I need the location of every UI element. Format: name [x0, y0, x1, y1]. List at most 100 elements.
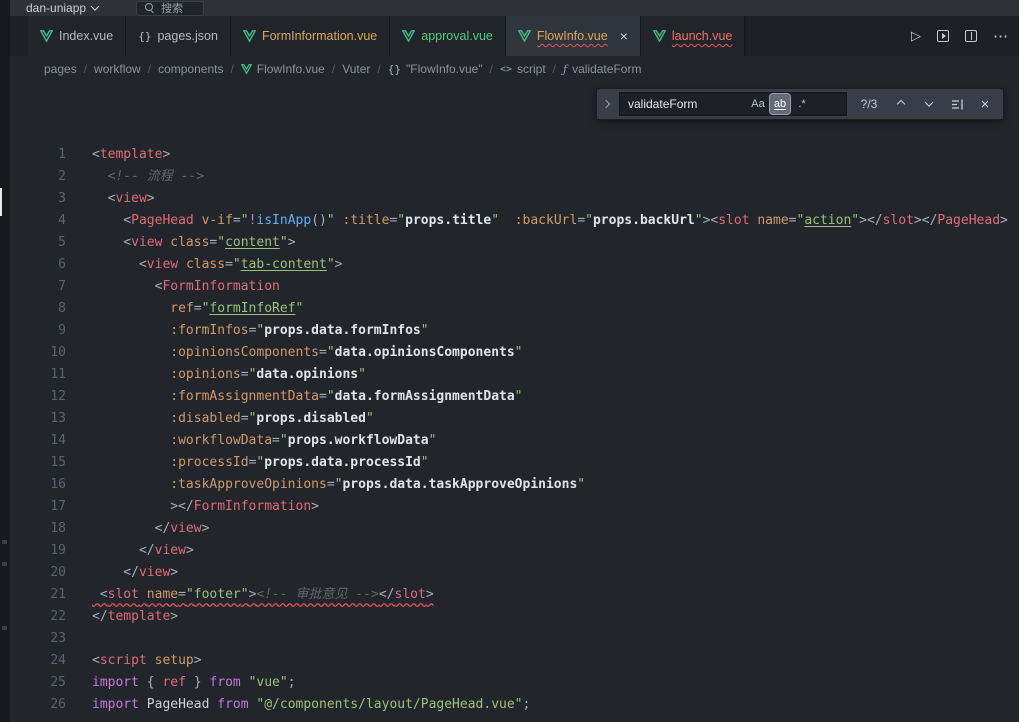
- toggle-replace-button[interactable]: [601, 101, 611, 107]
- code-line[interactable]: 12 :formAssignmentData="data.formAssignm…: [10, 386, 1019, 408]
- breadcrumb-item-workflow[interactable]: workflow: [92, 62, 143, 76]
- regex-button[interactable]: .*: [792, 94, 812, 114]
- tab-label: pages.json: [157, 29, 217, 43]
- line-content: </view>: [92, 540, 194, 562]
- title-bar: dan-uniapp 搜索: [10, 0, 1019, 16]
- vscode-window: dan-uniapp 搜索 Index.vue{}pages.jsonFormI…: [0, 0, 1019, 722]
- code-line[interactable]: 7 <FormInformation: [10, 276, 1019, 298]
- breadcrumb-item-vuter[interactable]: Vuter: [340, 62, 372, 76]
- code-line[interactable]: 5 <view class="content">: [10, 232, 1019, 254]
- code-line[interactable]: 1<template>: [10, 144, 1019, 166]
- code-line[interactable]: 4 <PageHead v-if="!isInApp()" :title="pr…: [10, 210, 1019, 232]
- editor-group: dan-uniapp 搜索 Index.vue{}pages.jsonFormI…: [10, 0, 1019, 722]
- line-content: :formAssignmentData="data.formAssignment…: [92, 386, 523, 408]
- line-content: ></FormInformation>: [92, 496, 319, 518]
- tab-approval-vue[interactable]: approval.vue: [390, 16, 506, 56]
- tabs: Index.vue{}pages.jsonFormInformation.vue…: [28, 16, 745, 56]
- line-number: 3: [10, 188, 66, 210]
- code-line[interactable]: 21 <slot name="footer"><!-- 审批意见 --></sl…: [10, 584, 1019, 606]
- run-file-button[interactable]: [937, 30, 949, 42]
- activity-bar[interactable]: [0, 0, 10, 722]
- code-line[interactable]: 16 :taskApproveOpinions="props.data.task…: [10, 474, 1019, 496]
- line-number: 22: [10, 606, 66, 628]
- code-line[interactable]: 11 :opinions="data.opinions": [10, 364, 1019, 386]
- tab-label: FlowInfo.vue: [537, 29, 608, 43]
- code-line[interactable]: 3 <view>: [10, 188, 1019, 210]
- find-widget: Aa ab .* ?/3 ×: [596, 88, 1004, 120]
- tab-flowinfo-vue[interactable]: FlowInfo.vue ×: [506, 16, 641, 56]
- close-icon[interactable]: ×: [620, 29, 628, 43]
- match-case-button[interactable]: Aa: [748, 94, 768, 114]
- vue-icon: [40, 30, 53, 42]
- breadcrumb-item--flowinfo-vue-[interactable]: {}"FlowInfo.vue": [386, 62, 485, 76]
- find-input[interactable]: [628, 97, 746, 111]
- breadcrumb-label: components: [158, 62, 223, 76]
- code-line[interactable]: 20 </view>: [10, 562, 1019, 584]
- line-number: 26: [10, 694, 66, 716]
- line-number: 21: [10, 584, 66, 606]
- find-in-selection-button[interactable]: [947, 94, 967, 114]
- chevron-right-icon: [602, 100, 610, 108]
- tab-launch-vue[interactable]: launch.vue: [641, 16, 745, 56]
- code-line[interactable]: 17 ></FormInformation>: [10, 496, 1019, 518]
- code-line[interactable]: 24<script setup>: [10, 650, 1019, 672]
- tab-forminformation-vue[interactable]: FormInformation.vue: [231, 16, 390, 56]
- more-actions-button[interactable]: ⋯: [993, 27, 1009, 45]
- tab-bar: Index.vue{}pages.jsonFormInformation.vue…: [10, 16, 1019, 56]
- breadcrumb-item-pages[interactable]: pages: [42, 62, 79, 76]
- code-line[interactable]: 26import PageHead from "@/components/lay…: [10, 694, 1019, 716]
- code-line[interactable]: 19 </view>: [10, 540, 1019, 562]
- project-name: dan-uniapp: [26, 1, 86, 15]
- code-line[interactable]: 2 <!-- 流程 -->: [10, 166, 1019, 188]
- line-content: <script setup>: [92, 650, 202, 672]
- breadcrumb-item-validateform[interactable]: ƒvalidateForm: [561, 62, 643, 76]
- code-line[interactable]: 18 </view>: [10, 518, 1019, 540]
- code-line[interactable]: 13 :disabled="props.disabled": [10, 408, 1019, 430]
- active-view-indicator: [0, 188, 2, 216]
- tab-pages-json[interactable]: {}pages.json: [126, 16, 231, 56]
- line-number: 18: [10, 518, 66, 540]
- breadcrumb-item-flowinfo-vue[interactable]: FlowInfo.vue: [239, 62, 327, 76]
- line-number: 16: [10, 474, 66, 496]
- line-content: :formInfos="props.data.formInfos": [92, 320, 429, 342]
- project-menu[interactable]: dan-uniapp: [16, 0, 108, 16]
- next-match-button[interactable]: [919, 94, 939, 114]
- line-number: 4: [10, 210, 66, 232]
- code-line[interactable]: 14 :workflowData="props.workflowData": [10, 430, 1019, 452]
- vue-icon: [653, 30, 666, 42]
- editor[interactable]: Aa ab .* ?/3 × 1<template>2 <!-- 流程 -->3…: [10, 82, 1019, 722]
- close-find-button[interactable]: ×: [975, 94, 995, 114]
- code-line[interactable]: 9 :formInfos="props.data.formInfos": [10, 320, 1019, 342]
- breadcrumb-label: script: [517, 62, 546, 76]
- line-number: 10: [10, 342, 66, 364]
- split-editor-button[interactable]: [965, 30, 977, 42]
- breadcrumb-item-components[interactable]: components: [156, 62, 225, 76]
- tab-index-vue[interactable]: Index.vue: [28, 16, 126, 56]
- search-label: 搜索: [161, 0, 183, 16]
- chevron-up-icon: [897, 100, 905, 108]
- code-line[interactable]: 6 <view class="tab-content">: [10, 254, 1019, 276]
- vue-icon: [402, 30, 415, 42]
- code-line[interactable]: 8 ref="formInfoRef": [10, 298, 1019, 320]
- code-line[interactable]: 10 :opinionsComponents="data.opinionsCom…: [10, 342, 1019, 364]
- code-line[interactable]: 15 :processId="props.data.processId": [10, 452, 1019, 474]
- titlebar-search[interactable]: 搜索: [136, 1, 204, 16]
- sidebar-mark: [2, 540, 7, 544]
- line-content: :opinionsComponents="data.opinionsCompon…: [92, 342, 523, 364]
- vue-icon: [241, 64, 252, 74]
- code-area[interactable]: 1<template>2 <!-- 流程 -->3 <view>4 <PageH…: [10, 82, 1019, 716]
- line-content: <!-- 流程 -->: [92, 166, 204, 188]
- code-line[interactable]: 23: [10, 628, 1019, 650]
- breadcrumb-item-script[interactable]: <>script: [498, 62, 548, 76]
- whole-word-button[interactable]: ab: [770, 94, 790, 114]
- line-content: :workflowData="props.workflowData": [92, 430, 436, 452]
- line-number: 15: [10, 452, 66, 474]
- line-content: <view class="tab-content">: [92, 254, 342, 276]
- tab-label: approval.vue: [421, 29, 493, 43]
- code-line[interactable]: 25import { ref } from "vue";: [10, 672, 1019, 694]
- run-button[interactable]: ▷: [911, 28, 921, 44]
- line-content: :opinions="data.opinions": [92, 364, 366, 386]
- code-line[interactable]: 22</template>: [10, 606, 1019, 628]
- previous-match-button[interactable]: [891, 94, 911, 114]
- line-number: 25: [10, 672, 66, 694]
